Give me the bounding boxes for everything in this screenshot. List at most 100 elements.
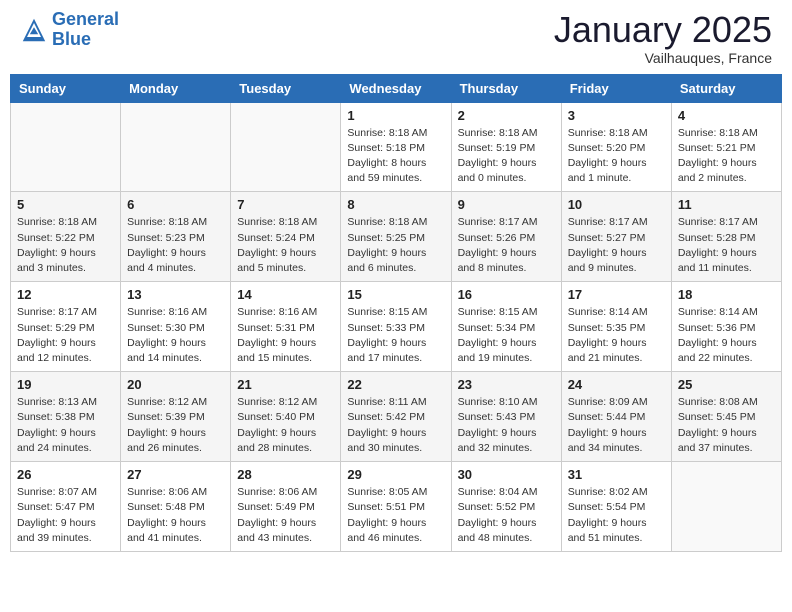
day-info: Sunrise: 8:08 AM Sunset: 5:45 PM Dayligh… [678, 395, 775, 456]
calendar-cell: 23 Sunrise: 8:10 AM Sunset: 5:43 PM Dayli… [451, 372, 561, 462]
calendar-cell: 9 Sunrise: 8:17 AM Sunset: 5:26 PM Daylig… [451, 192, 561, 282]
day-number: 28 [237, 467, 334, 482]
calendar-cell: 4 Sunrise: 8:18 AM Sunset: 5:21 PM Daylig… [671, 102, 781, 192]
calendar-cell: 5Sunrise: 8:18 AM Sunset: 5:22 PM Daylig… [11, 192, 121, 282]
day-number: 6 [127, 197, 224, 212]
header-sunday: Sunday [11, 74, 121, 102]
day-info: Sunrise: 8:16 AM Sunset: 5:31 PM Dayligh… [237, 305, 334, 366]
calendar-cell: 24 Sunrise: 8:09 AM Sunset: 5:44 PM Dayli… [561, 372, 671, 462]
day-info: Sunrise: 8:13 AM Sunset: 5:38 PM Dayligh… [17, 395, 114, 456]
calendar-cell: 17Sunrise: 8:14 AM Sunset: 5:35 PM Dayli… [561, 282, 671, 372]
day-number: 23 [458, 377, 555, 392]
calendar-week-4: 19 Sunrise: 8:13 AM Sunset: 5:38 PM Dayli… [11, 372, 782, 462]
day-info: Sunrise: 8:18 AM Sunset: 5:20 PM Dayligh… [568, 126, 665, 187]
day-number: 15 [347, 287, 444, 302]
calendar-cell: 8 Sunrise: 8:18 AM Sunset: 5:25 PM Daylig… [341, 192, 451, 282]
day-info: Sunrise: 8:17 AM Sunset: 5:26 PM Dayligh… [458, 215, 555, 276]
day-info: Sunrise: 8:16 AM Sunset: 5:30 PM Dayligh… [127, 305, 224, 366]
day-number: 31 [568, 467, 665, 482]
day-info: Sunrise: 8:17 AM Sunset: 5:27 PM Dayligh… [568, 215, 665, 276]
calendar-cell: 27 Sunrise: 8:06 AM Sunset: 5:48 PM Dayli… [121, 462, 231, 552]
calendar-cell: 16Sunrise: 8:15 AM Sunset: 5:34 PM Dayli… [451, 282, 561, 372]
calendar: Sunday Monday Tuesday Wednesday Thursday… [10, 74, 782, 552]
day-number: 4 [678, 108, 775, 123]
day-number: 8 [347, 197, 444, 212]
day-info: Sunrise: 8:10 AM Sunset: 5:43 PM Dayligh… [458, 395, 555, 456]
day-number: 25 [678, 377, 775, 392]
day-number: 1 [347, 108, 444, 123]
logo-text: General Blue [52, 10, 119, 50]
day-info: Sunrise: 8:17 AM Sunset: 5:29 PM Dayligh… [17, 305, 114, 366]
calendar-cell [671, 462, 781, 552]
day-number: 27 [127, 467, 224, 482]
calendar-cell [121, 102, 231, 192]
day-info: Sunrise: 8:04 AM Sunset: 5:52 PM Dayligh… [458, 485, 555, 546]
day-info: Sunrise: 8:07 AM Sunset: 5:47 PM Dayligh… [17, 485, 114, 546]
header: General Blue January 2025 Vailhauques, F… [10, 10, 782, 66]
day-number: 11 [678, 197, 775, 212]
day-number: 16 [458, 287, 555, 302]
month-title: January 2025 [554, 10, 772, 50]
calendar-week-5: 26 Sunrise: 8:07 AM Sunset: 5:47 PM Dayli… [11, 462, 782, 552]
calendar-week-1: 1 Sunrise: 8:18 AM Sunset: 5:18 PM Daylig… [11, 102, 782, 192]
day-number: 7 [237, 197, 334, 212]
day-info: Sunrise: 8:18 AM Sunset: 5:18 PM Dayligh… [347, 126, 444, 187]
day-number: 19 [17, 377, 114, 392]
day-info: Sunrise: 8:06 AM Sunset: 5:49 PM Dayligh… [237, 485, 334, 546]
day-number: 9 [458, 197, 555, 212]
calendar-cell: 13Sunrise: 8:16 AM Sunset: 5:30 PM Dayli… [121, 282, 231, 372]
calendar-cell: 14Sunrise: 8:16 AM Sunset: 5:31 PM Dayli… [231, 282, 341, 372]
logo-line1: General [52, 9, 119, 29]
day-info: Sunrise: 8:12 AM Sunset: 5:39 PM Dayligh… [127, 395, 224, 456]
day-info: Sunrise: 8:06 AM Sunset: 5:48 PM Dayligh… [127, 485, 224, 546]
day-info: Sunrise: 8:18 AM Sunset: 5:19 PM Dayligh… [458, 126, 555, 187]
day-number: 18 [678, 287, 775, 302]
day-info: Sunrise: 8:18 AM Sunset: 5:25 PM Dayligh… [347, 215, 444, 276]
calendar-cell: 28 Sunrise: 8:06 AM Sunset: 5:49 PM Dayli… [231, 462, 341, 552]
calendar-cell: 22 Sunrise: 8:11 AM Sunset: 5:42 PM Dayli… [341, 372, 451, 462]
page: General Blue January 2025 Vailhauques, F… [0, 0, 792, 562]
day-info: Sunrise: 8:18 AM Sunset: 5:23 PM Dayligh… [127, 215, 224, 276]
day-number: 10 [568, 197, 665, 212]
calendar-cell: 31 Sunrise: 8:02 AM Sunset: 5:54 PM Dayli… [561, 462, 671, 552]
day-info: Sunrise: 8:02 AM Sunset: 5:54 PM Dayligh… [568, 485, 665, 546]
header-thursday: Thursday [451, 74, 561, 102]
day-number: 30 [458, 467, 555, 482]
day-number: 26 [17, 467, 114, 482]
day-number: 24 [568, 377, 665, 392]
calendar-cell: 26 Sunrise: 8:07 AM Sunset: 5:47 PM Dayli… [11, 462, 121, 552]
day-info: Sunrise: 8:18 AM Sunset: 5:22 PM Dayligh… [17, 215, 114, 276]
title-block: January 2025 Vailhauques, France [554, 10, 772, 66]
subtitle: Vailhauques, France [554, 50, 772, 66]
day-info: Sunrise: 8:09 AM Sunset: 5:44 PM Dayligh… [568, 395, 665, 456]
header-tuesday: Tuesday [231, 74, 341, 102]
day-info: Sunrise: 8:11 AM Sunset: 5:42 PM Dayligh… [347, 395, 444, 456]
day-number: 20 [127, 377, 224, 392]
day-info: Sunrise: 8:14 AM Sunset: 5:35 PM Dayligh… [568, 305, 665, 366]
calendar-cell: 29Sunrise: 8:05 AM Sunset: 5:51 PM Dayli… [341, 462, 451, 552]
weekday-header-row: Sunday Monday Tuesday Wednesday Thursday… [11, 74, 782, 102]
day-number: 22 [347, 377, 444, 392]
calendar-cell: 6 Sunrise: 8:18 AM Sunset: 5:23 PM Daylig… [121, 192, 231, 282]
calendar-cell: 2 Sunrise: 8:18 AM Sunset: 5:19 PM Daylig… [451, 102, 561, 192]
day-info: Sunrise: 8:05 AM Sunset: 5:51 PM Dayligh… [347, 485, 444, 546]
day-number: 3 [568, 108, 665, 123]
calendar-cell: 18Sunrise: 8:14 AM Sunset: 5:36 PM Dayli… [671, 282, 781, 372]
logo-icon [20, 16, 48, 44]
calendar-cell: 3 Sunrise: 8:18 AM Sunset: 5:20 PM Daylig… [561, 102, 671, 192]
day-number: 2 [458, 108, 555, 123]
logo: General Blue [20, 10, 119, 50]
day-info: Sunrise: 8:17 AM Sunset: 5:28 PM Dayligh… [678, 215, 775, 276]
calendar-week-3: 12Sunrise: 8:17 AM Sunset: 5:29 PM Dayli… [11, 282, 782, 372]
day-info: Sunrise: 8:18 AM Sunset: 5:21 PM Dayligh… [678, 126, 775, 187]
calendar-cell: 19 Sunrise: 8:13 AM Sunset: 5:38 PM Dayli… [11, 372, 121, 462]
calendar-week-2: 5Sunrise: 8:18 AM Sunset: 5:22 PM Daylig… [11, 192, 782, 282]
header-friday: Friday [561, 74, 671, 102]
calendar-cell: 15Sunrise: 8:15 AM Sunset: 5:33 PM Dayli… [341, 282, 451, 372]
day-info: Sunrise: 8:12 AM Sunset: 5:40 PM Dayligh… [237, 395, 334, 456]
header-saturday: Saturday [671, 74, 781, 102]
day-number: 21 [237, 377, 334, 392]
calendar-cell [231, 102, 341, 192]
calendar-cell: 12Sunrise: 8:17 AM Sunset: 5:29 PM Dayli… [11, 282, 121, 372]
header-monday: Monday [121, 74, 231, 102]
